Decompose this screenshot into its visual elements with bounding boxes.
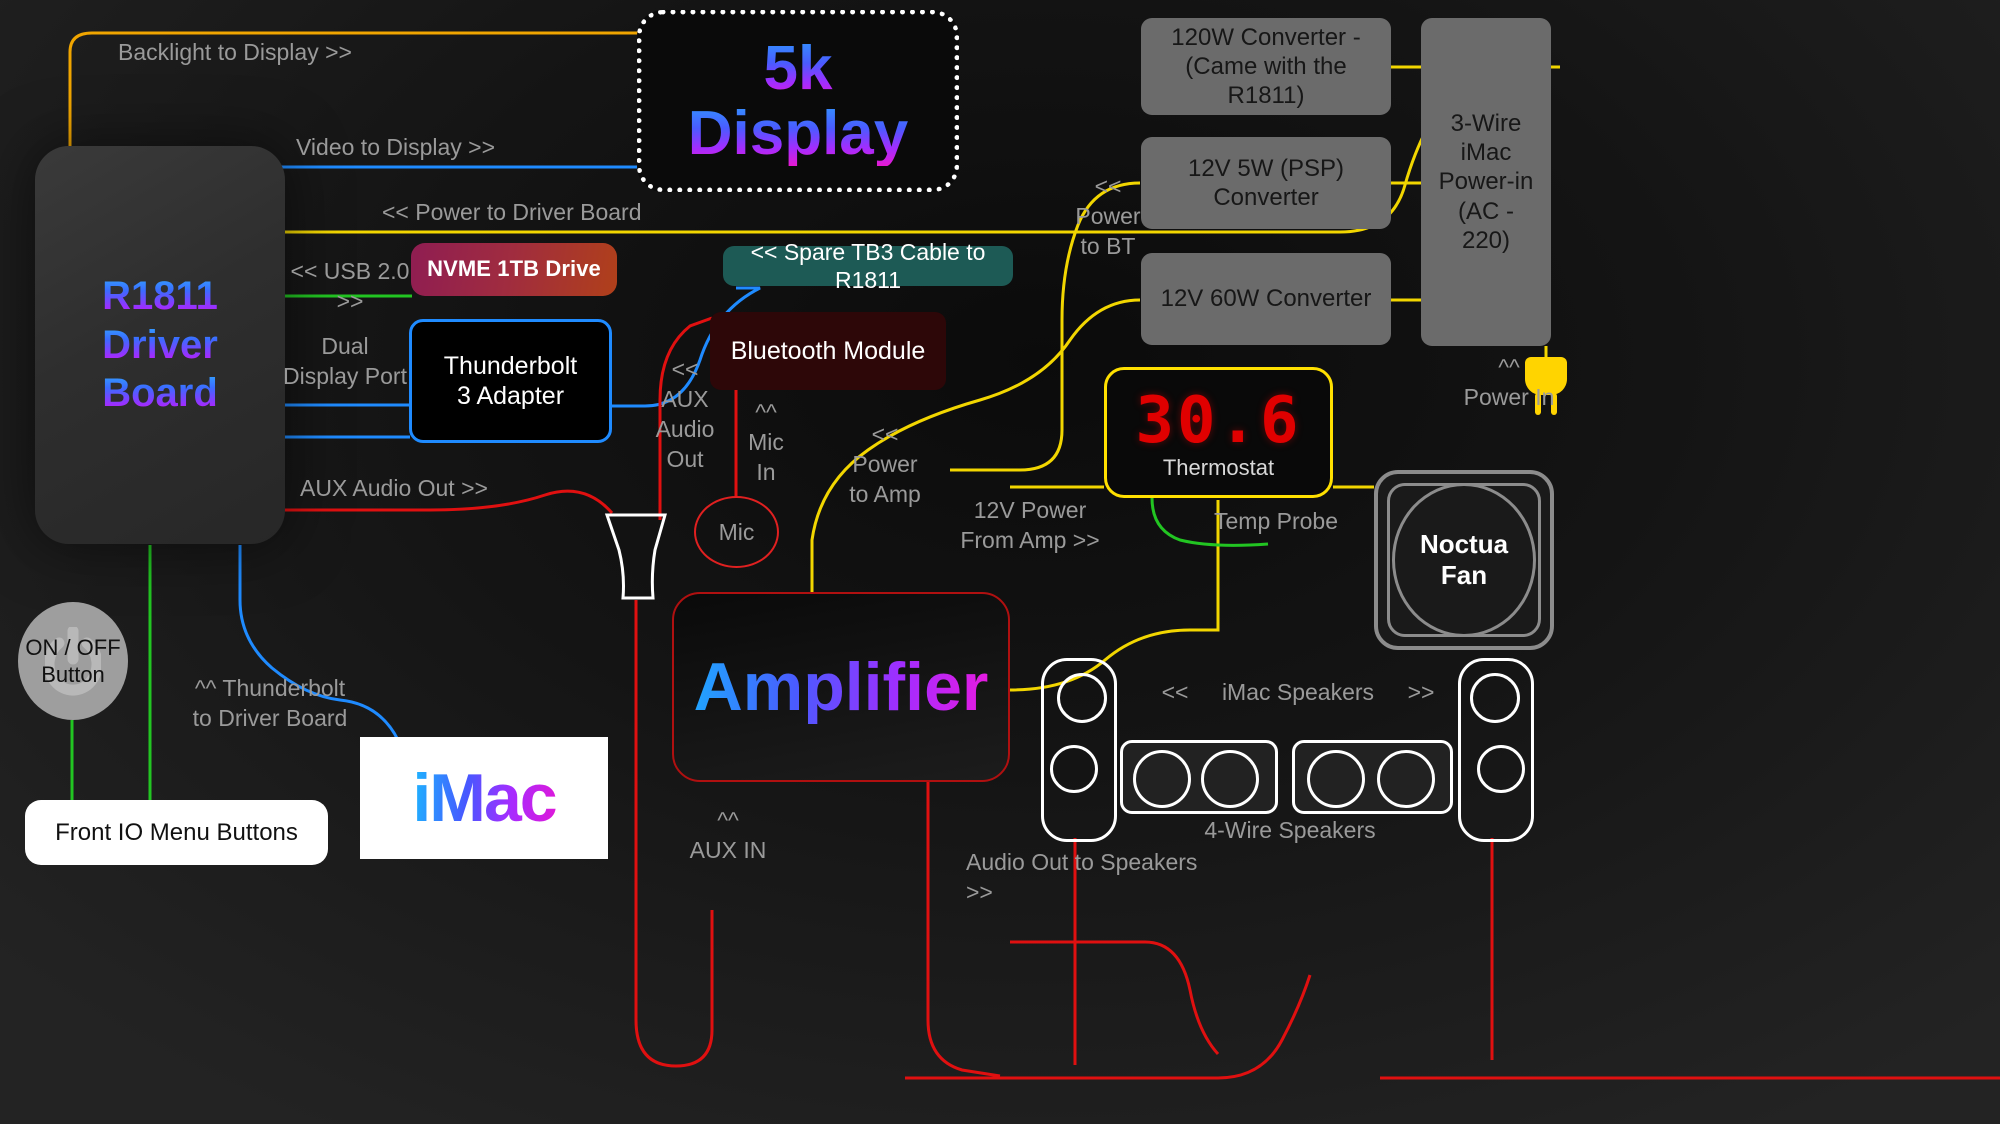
- speaker-box-right[interactable]: [1292, 740, 1453, 814]
- speaker-right-module[interactable]: [1458, 658, 1534, 842]
- label-imac-speakers: iMac Speakers: [1221, 679, 1375, 705]
- temp-probe-sensor: [0, 0, 67, 20]
- node-amplifier[interactable]: Amplifier: [672, 592, 1010, 782]
- onoff-line2: Button: [41, 662, 105, 687]
- driver-board-line1: R1811: [102, 272, 218, 321]
- node-bluetooth-module[interactable]: Bluetooth Module: [710, 312, 946, 390]
- speaker-cone: [1307, 750, 1365, 808]
- display-line2: Display: [687, 99, 909, 168]
- node-nvme-1tb-drive[interactable]: NVME 1TB Drive: [411, 243, 617, 296]
- wire-layer: [68, 31, 2000, 1080]
- node-5k-display[interactable]: 5k Display: [637, 10, 959, 192]
- speaker-hole-top: [1470, 673, 1520, 723]
- onoff-line1: ON / OFF: [25, 634, 121, 660]
- speaker-hole-bottom: [1050, 745, 1098, 793]
- amplifier-label: Amplifier: [694, 646, 989, 729]
- speaker-left-module[interactable]: [1041, 658, 1117, 842]
- noctua-line1: Noctua: [1419, 528, 1509, 559]
- tb-adapter-line1: Thunderbolt: [443, 351, 578, 380]
- label-backlight-to-display: Backlight to Display >>: [118, 39, 352, 65]
- speaker-box-left[interactable]: [1120, 740, 1278, 814]
- thermostat-label: Thermostat: [1162, 455, 1275, 481]
- node-3wire-imac-power-in[interactable]: 3-Wire iMac Power-in (AC - 220): [1421, 18, 1551, 346]
- node-thermostat[interactable]: 30.6 Thermostat: [1104, 367, 1333, 498]
- label-12v-power-from-amp: 12V Power From Amp >>: [960, 497, 1100, 553]
- node-12v-5w-psp-converter[interactable]: 12V 5W (PSP) Converter: [1141, 137, 1391, 229]
- speaker-hole-top: [1057, 673, 1107, 723]
- node-thunderbolt-3-adapter[interactable]: Thunderbolt 3 Adapter: [409, 319, 612, 443]
- label-4-wire-speakers: 4-Wire Speakers: [1204, 817, 1376, 843]
- label-mic-in: ^^ Mic In: [748, 399, 784, 485]
- node-on-off-button[interactable]: ON / OFF Button: [18, 602, 128, 720]
- onoff-label: ON / OFF Button: [25, 634, 120, 689]
- audio-jack-icon: [604, 513, 667, 600]
- label-dual-display-port: Dual Display Port: [283, 333, 407, 389]
- driver-board-line2: Driver: [102, 321, 218, 370]
- node-spare-tb3-cable[interactable]: << Spare TB3 Cable to R1811: [723, 239, 1013, 293]
- speaker-cone: [1377, 750, 1435, 808]
- label-imac-speakers-right-arrow: >>: [1407, 679, 1435, 705]
- power-in-line4: (AC - 220): [1458, 197, 1514, 254]
- wire-spk-left: [1010, 940, 1220, 1056]
- node-12v-60w-converter[interactable]: 12V 60W Converter: [1141, 253, 1391, 345]
- noctua-line2: Fan: [1440, 560, 1488, 590]
- speaker-hole-bottom: [1477, 745, 1525, 793]
- label-aux-audio-out-left: AUX Audio Out >>: [300, 475, 488, 501]
- label-thunderbolt-to-driver-board: ^^ Thunderbolt to Driver Board: [192, 675, 348, 731]
- imac-logo-text: iMac: [412, 757, 557, 840]
- node-120w-converter[interactable]: 120W Converter - (Came with the R1811): [1141, 18, 1391, 115]
- label-temp-probe: Temp Probe: [1214, 508, 1339, 534]
- noctua-label: Noctua Fan: [1420, 529, 1508, 591]
- label-aux-audio-out-center: << AUX Audio Out: [655, 356, 715, 472]
- label-power-to-amp: << Power to Amp: [849, 421, 921, 507]
- wire-amp-out: [926, 782, 1001, 1078]
- speaker-cone: [1133, 750, 1191, 808]
- label-power-in: ^^ Power In: [1463, 354, 1555, 410]
- display-line1: 5k: [688, 36, 909, 101]
- label-usb-20: << USB 2.0 >>: [290, 258, 410, 314]
- label-audio-out-to-speakers: Audio Out to Speakers >>: [966, 849, 1198, 905]
- conv-120w-line2: (Came with the R1811): [1185, 52, 1347, 110]
- node-front-io-menu-buttons[interactable]: Front IO Menu Buttons: [25, 800, 328, 865]
- imac-logo: iMac: [360, 737, 608, 859]
- driver-board-line3: Board: [102, 369, 218, 418]
- conv-120w-line1: 120W Converter -: [1171, 23, 1361, 51]
- power-in-line1: 3-Wire: [1450, 109, 1522, 137]
- power-in-line3: Power-in: [1438, 168, 1534, 196]
- thermostat-value: 30.6: [1135, 384, 1302, 459]
- label-power-to-bt: << Power to BT: [1075, 173, 1141, 259]
- label-video-to-display: Video to Display >>: [296, 134, 496, 160]
- node-noctua-fan[interactable]: Noctua Fan: [1374, 470, 1554, 650]
- tb-adapter-line2: 3 Adapter: [456, 382, 565, 410]
- label-aux-in: ^^ AUX IN: [689, 807, 767, 863]
- node-r1811-driver-board[interactable]: R1811 Driver Board: [35, 146, 285, 544]
- power-in-line2: iMac: [1460, 139, 1512, 167]
- diagram-canvas: R1811 Driver Board 5k Display 120W Conve…: [0, 0, 2000, 1124]
- label-power-to-driver-board: << Power to Driver Board: [382, 199, 642, 225]
- wire-spk-main: [905, 974, 1312, 1080]
- label-imac-speakers-left-arrow: <<: [1161, 679, 1189, 705]
- node-mic[interactable]: Mic: [694, 496, 779, 568]
- speaker-cone: [1201, 750, 1259, 808]
